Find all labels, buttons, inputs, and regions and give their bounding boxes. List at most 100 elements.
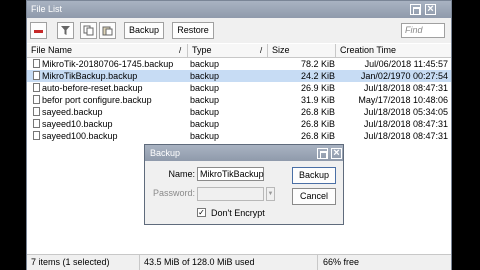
status-free-space: 66% free	[323, 257, 360, 267]
close-button[interactable]: ×	[425, 3, 436, 15]
type-cell: backup	[190, 71, 220, 81]
file-table: MikroTik-20180706-1745.backup backup 78.…	[27, 58, 451, 142]
file-icon	[33, 107, 40, 116]
file-icon	[33, 83, 40, 92]
file-name-cell: befor port configure.backup	[33, 94, 152, 106]
file-name-cell: sayeed.backup	[33, 106, 103, 118]
sort-icon: /	[179, 46, 182, 55]
column-label: Size	[272, 45, 290, 55]
table-row[interactable]: sayeed.backup backup 26.8 KiB Jul/18/201…	[27, 106, 451, 118]
maximize-icon	[320, 151, 327, 159]
name-label: Name:	[168, 169, 195, 179]
file-icon	[33, 119, 40, 128]
file-icon	[33, 71, 40, 80]
status-bar: 7 items (1 selected) 43.5 MiB of 128.0 M…	[27, 254, 451, 270]
name-input[interactable]: MikroTikBackup	[197, 167, 264, 181]
type-cell: backup	[190, 83, 220, 93]
dialog-close-button[interactable]: ×	[331, 147, 342, 159]
status-disk-usage: 43.5 MiB of 128.0 MiB used	[140, 255, 318, 270]
dialog-backup-button[interactable]: Backup	[292, 167, 336, 184]
file-name: befor port configure.backup	[42, 95, 152, 105]
dialog-cancel-button[interactable]: Cancel	[292, 188, 336, 205]
dialog-title-bar: Backup ×	[145, 145, 343, 161]
size-cell: 78.2 KiB	[300, 59, 335, 69]
copy-icon	[83, 25, 94, 36]
dialog-maximize-button[interactable]	[317, 148, 328, 159]
column-header-file-name[interactable]: File Name /	[27, 44, 188, 57]
time-cell: Jul/18/2018 08:47:31	[363, 119, 448, 129]
time-cell: Jul/06/2018 11:45:57	[364, 59, 448, 69]
table-header: File Name / Type / Size Creation Time	[27, 44, 451, 58]
filter-button[interactable]	[57, 22, 74, 39]
backup-dialog: Backup × Name: MikroTikBackup Password: …	[144, 144, 344, 225]
column-label: Type	[192, 45, 212, 55]
type-cell: backup	[190, 95, 220, 105]
dont-encrypt-label[interactable]: Don't Encrypt	[211, 208, 265, 218]
password-dropdown-arrow[interactable]: ▼	[266, 187, 275, 201]
file-name-cell: auto-before-reset.backup	[33, 82, 143, 94]
time-cell: May/17/2018 10:48:06	[358, 95, 448, 105]
type-cell: backup	[190, 59, 220, 69]
copy-button[interactable]	[80, 22, 97, 39]
column-label: File Name	[31, 45, 73, 55]
type-cell: backup	[190, 119, 220, 129]
file-icon	[33, 131, 40, 140]
window-title: File List	[31, 4, 63, 14]
paste-button[interactable]	[99, 22, 116, 39]
backup-button[interactable]: Backup	[124, 22, 164, 39]
file-name: MikroTik-20180706-1745.backup	[42, 59, 174, 69]
filter-icon	[61, 26, 70, 35]
maximize-button[interactable]	[410, 4, 421, 15]
chevron-down-icon: ▼	[267, 191, 274, 197]
table-row[interactable]: sayeed100.backup backup 26.8 KiB Jul/18/…	[27, 130, 451, 142]
type-cell: backup	[190, 131, 220, 141]
file-icon	[33, 95, 40, 104]
password-label: Password:	[153, 188, 196, 198]
find-input[interactable]: Find	[401, 23, 445, 38]
file-name: sayeed.backup	[42, 107, 103, 117]
time-cell: Jan/02/1970 00:27:54	[360, 71, 448, 81]
close-icon: ×	[427, 3, 434, 15]
table-row[interactable]: auto-before-reset.backup backup 26.9 KiB…	[27, 82, 451, 94]
column-header-size[interactable]: Size	[268, 44, 336, 57]
size-cell: 26.8 KiB	[300, 119, 335, 129]
file-name-cell: MikroTikBackup.backup	[33, 70, 137, 82]
title-bar: File List ×	[27, 1, 451, 18]
paste-icon	[102, 26, 113, 36]
dialog-title: Backup	[150, 148, 181, 158]
maximize-icon	[413, 7, 420, 15]
file-name: MikroTikBackup.backup	[42, 71, 138, 81]
time-cell: Jul/18/2018 08:47:31	[363, 131, 448, 141]
remove-button[interactable]	[30, 22, 47, 39]
file-name-cell: MikroTik-20180706-1745.backup	[33, 58, 173, 70]
size-cell: 24.2 KiB	[300, 71, 335, 81]
column-label: Creation Time	[340, 45, 397, 55]
table-row[interactable]: befor port configure.backup backup 31.9 …	[27, 94, 451, 106]
table-row-selected[interactable]: MikroTikBackup.backup backup 24.2 KiB Ja…	[27, 70, 451, 82]
file-name: auto-before-reset.backup	[42, 83, 143, 93]
column-header-creation-time[interactable]: Creation Time	[336, 44, 451, 57]
size-cell: 26.8 KiB	[300, 107, 335, 117]
file-name-cell: sayeed10.backup	[33, 118, 113, 130]
sort-icon: /	[260, 46, 263, 55]
restore-button[interactable]: Restore	[172, 22, 214, 39]
status-item-count: 7 items (1 selected)	[27, 255, 140, 270]
file-list-window: File List × Backup Restore Find File Nam…	[26, 0, 452, 270]
file-name: sayeed100.backup	[42, 131, 118, 141]
close-icon: ×	[333, 147, 340, 159]
dont-encrypt-checkbox[interactable]: ✓	[197, 208, 206, 217]
file-name: sayeed10.backup	[42, 119, 113, 129]
toolbar: Backup Restore Find	[27, 18, 451, 43]
size-cell: 26.9 KiB	[300, 83, 335, 93]
table-row[interactable]: MikroTik-20180706-1745.backup backup 78.…	[27, 58, 451, 70]
checkmark-icon: ✓	[198, 208, 205, 217]
size-cell: 31.9 KiB	[300, 95, 335, 105]
time-cell: Jul/18/2018 05:34:05	[363, 107, 448, 117]
minus-icon	[34, 30, 43, 33]
file-icon	[33, 59, 40, 68]
password-input[interactable]	[197, 187, 264, 201]
size-cell: 26.8 KiB	[300, 131, 335, 141]
column-header-type[interactable]: Type /	[188, 44, 268, 57]
file-name-cell: sayeed100.backup	[33, 130, 118, 142]
table-row[interactable]: sayeed10.backup backup 26.8 KiB Jul/18/2…	[27, 118, 451, 130]
